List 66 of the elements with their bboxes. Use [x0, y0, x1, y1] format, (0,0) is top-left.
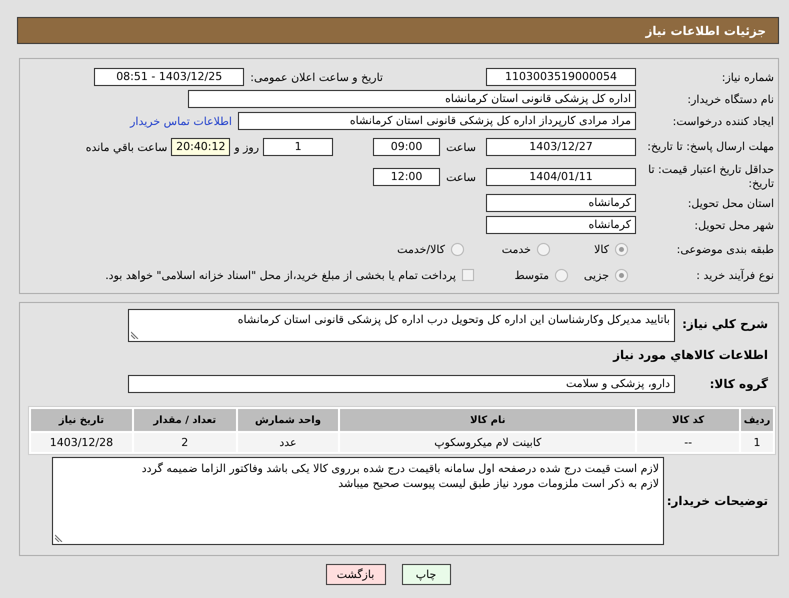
field-label: ساعت باقي مانده [86, 140, 168, 154]
field-label: ایجاد کننده درخواست: [672, 114, 775, 128]
goods-group-field: دارو، پزشکی و سلامت [128, 375, 675, 393]
option-label: کالا [594, 242, 609, 256]
table-cell: -- [637, 433, 740, 452]
time-field: 09:00 [373, 138, 440, 156]
option-label: متوسط [514, 268, 549, 282]
section-heading: اطلاعات کالاهاي مورد نياز [613, 347, 769, 362]
buyer-notes-field[interactable]: لازم است قیمت درج شده درصفحه اول سامانه باقیمت درج شده برروی کالا یکی باشد وفاکتور الزاما ضمیمه گردد لازم به ذکر است ملزومات مورد نیاز طبق لیست پیوست صحیح میباشد [52, 457, 664, 545]
table-cell: 1 [741, 433, 773, 452]
checkbox-label: پرداخت تمام یا بخشی از مبلغ خرید،از محل "اسناد خزانه اسلامی" خواهد بود. [105, 268, 456, 282]
column-header: تعداد / مقدار [134, 409, 236, 431]
column-header: ردیف [741, 409, 773, 431]
notes-text: لازم به ذکر است ملزومات مورد نیاز طبق لیست پیوست صحیح میباشد [338, 476, 659, 491]
print-button[interactable]: چاپ [402, 564, 450, 585]
date-field: 1404/01/11 [486, 168, 636, 186]
announce-date-field: 1403/12/25 - 08:51 [94, 68, 244, 86]
remaining-time-field: 20:40:12 [171, 138, 230, 156]
page-title: جزئیات اطلاعات نیاز [645, 24, 766, 38]
field-label: نام دستگاه خریدار: [686, 92, 775, 106]
resize-grip-icon[interactable] [55, 534, 63, 542]
resize-grip-icon[interactable] [131, 331, 139, 339]
contact-link[interactable]: اطلاعات تماس خریدار [130, 114, 232, 128]
field-label: مهلت ارسال پاسخ: تا تاریخ: [646, 140, 775, 154]
field-label: گروه کالا: [708, 377, 769, 391]
radio-button[interactable] [615, 242, 628, 256]
column-header: نام کالا [340, 409, 636, 431]
description-text: باتایید مدیرکل وکارشناسان این اداره کل وتحویل درب اداره کل پزشکی قانونی استان کرمانشاه [238, 313, 670, 326]
field-label: توضیحات خریدار: [666, 494, 769, 508]
province-field: کرمانشاه [486, 194, 636, 212]
field-label: حداقل تاریخ اعتبار قیمت: تا تاریخ: [647, 163, 775, 191]
radio-button[interactable] [555, 268, 568, 282]
field-label: شهر محل تحویل: [693, 218, 775, 232]
column-header: کد کالا [637, 409, 740, 431]
buyer-org-field: اداره کل پزشکی قانونی استان کرمانشاه [188, 90, 636, 108]
table-cell: 2 [134, 433, 236, 452]
days-field: 1 [263, 138, 334, 156]
field-label: نوع فرآیند خرید : [695, 268, 775, 282]
requester-field: مراد مرادی کارپرداز اداره کل پزشکی قانونی استان کرمانشاه [238, 112, 636, 130]
need-number-field: 1103003519000054 [486, 68, 636, 86]
field-label: شماره نیاز: [720, 70, 775, 84]
radio-button[interactable] [615, 268, 628, 282]
option-label: جزیی [584, 268, 609, 282]
table-cell: عدد [238, 433, 338, 452]
field-label: روز و [234, 140, 260, 154]
field-label: استان محل تحویل: [686, 196, 775, 210]
date-field: 1403/12/27 [486, 138, 636, 156]
field-label: تاریخ و ساعت اعلان عمومی: [250, 70, 383, 84]
radio-button[interactable] [451, 242, 464, 256]
field-label: ساعت [446, 170, 476, 184]
time-field: 12:00 [373, 168, 440, 186]
field-label: شرح کلي نياز: [681, 316, 769, 331]
option-label: کالا/خدمت [397, 242, 445, 256]
city-field: کرمانشاه [486, 216, 636, 234]
checkbox[interactable] [462, 269, 474, 281]
radio-button[interactable] [537, 242, 550, 256]
table-cell: 1403/12/28 [31, 433, 132, 452]
field-label: طبقه بندی موضوعی: [676, 242, 775, 256]
option-label: خدمت [502, 242, 531, 256]
column-header: واحد شمارش [238, 409, 338, 431]
notes-text: لازم است قیمت درج شده درصفحه اول سامانه باقیمت درج شده برروی کالا یکی باشد وفاکتور الزاما ضمیمه گردد [142, 461, 659, 476]
description-field[interactable]: باتایید مدیرکل وکارشناسان این اداره کل وتحویل درب اداره کل پزشکی قانونی استان کرمانشاه [128, 309, 675, 342]
back-button[interactable]: بازگشت [326, 564, 386, 585]
column-header: تاریخ نیاز [31, 409, 132, 431]
field-label: ساعت [446, 140, 476, 154]
table-cell: کابینت لام میکروسکوپ [340, 433, 636, 452]
